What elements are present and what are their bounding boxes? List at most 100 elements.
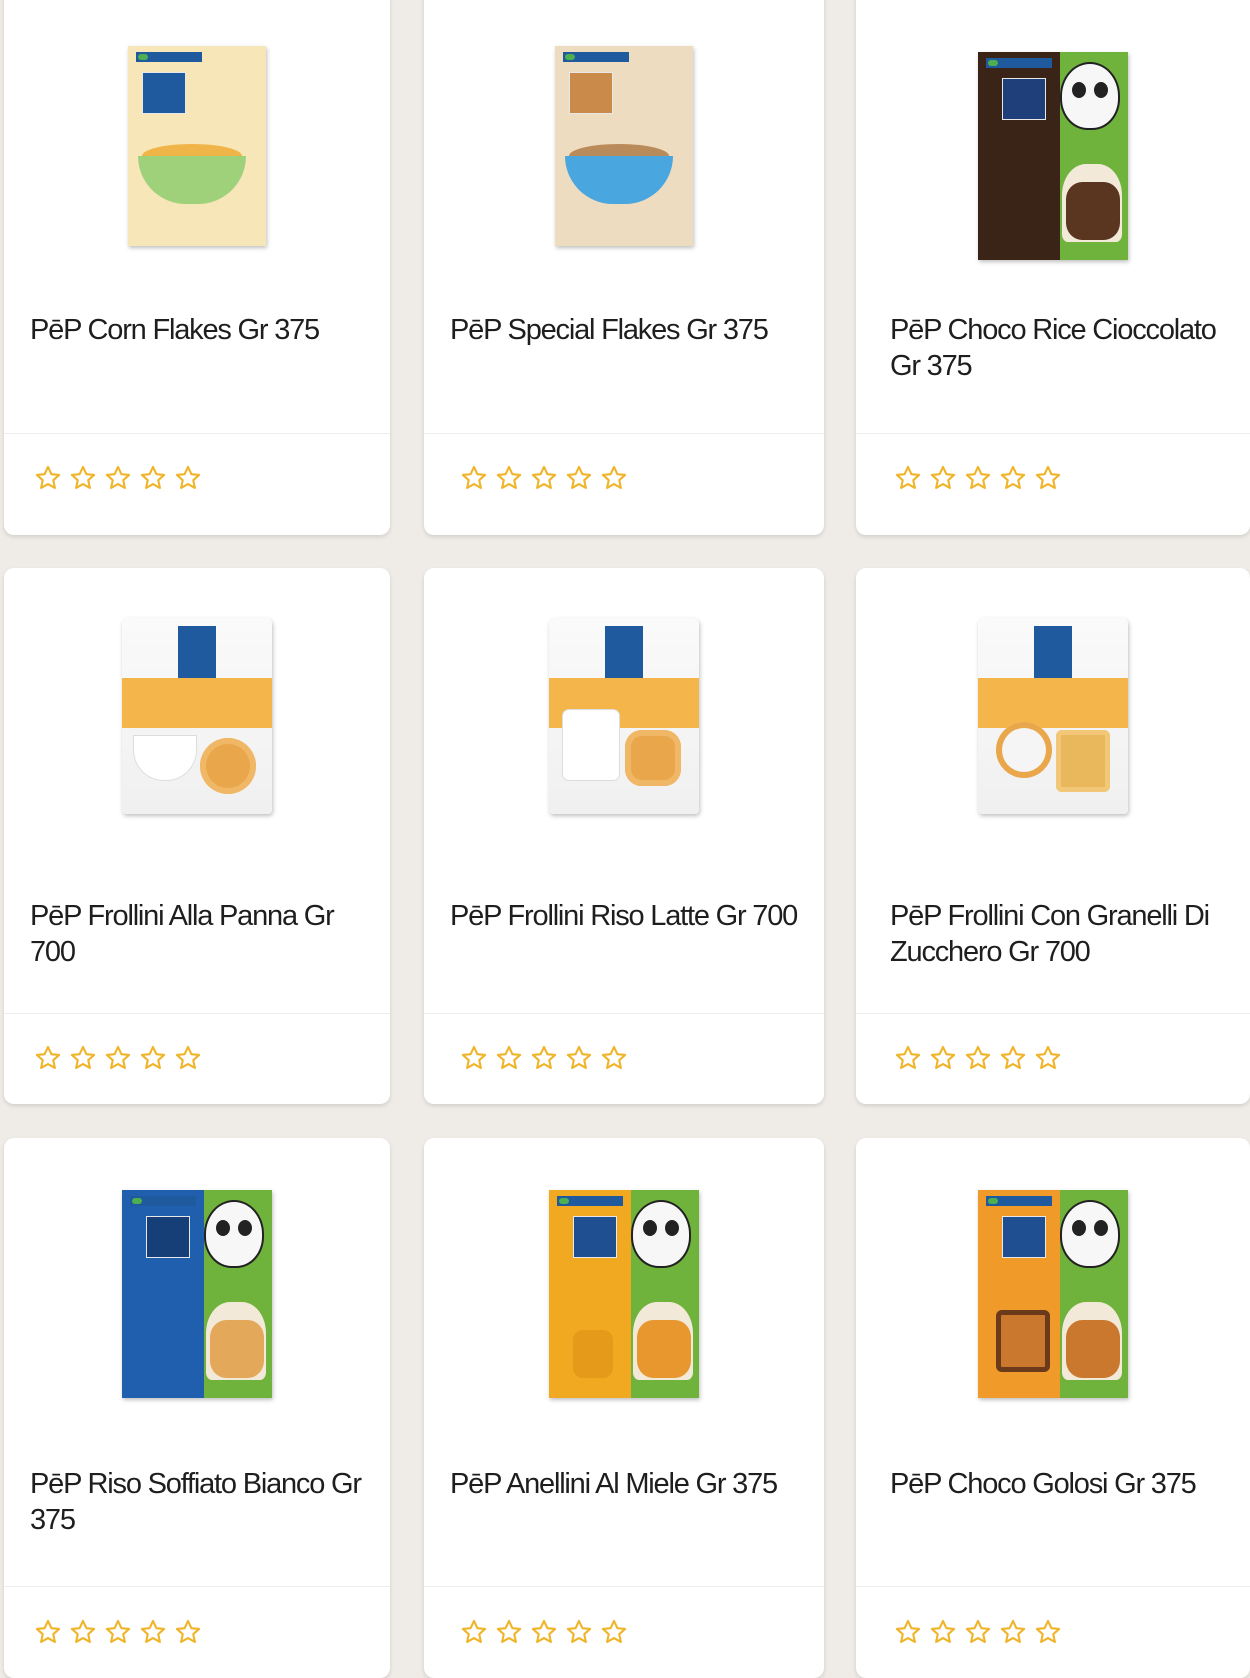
product-image[interactable] [4, 1180, 390, 1410]
star-icon[interactable] [565, 1044, 593, 1072]
cereal-icon [1066, 1320, 1120, 1378]
star-icon[interactable] [999, 1044, 1027, 1072]
choco-pillow-icon [996, 1310, 1050, 1372]
product-name[interactable]: PēP Anellini Al Miele Gr 375 [450, 1466, 808, 1502]
star-icon[interactable] [530, 1044, 558, 1072]
star-icon[interactable] [1034, 464, 1062, 492]
cream-bowl-icon [134, 736, 196, 780]
product-name[interactable]: PēP Special Flakes Gr 375 [450, 312, 808, 348]
star-icon[interactable] [894, 464, 922, 492]
rating-stars[interactable] [460, 1618, 628, 1646]
star-icon[interactable] [530, 464, 558, 492]
star-icon[interactable] [460, 1044, 488, 1072]
star-icon[interactable] [34, 1618, 62, 1646]
star-icon[interactable] [1034, 1044, 1062, 1072]
star-icon[interactable] [34, 464, 62, 492]
product-card[interactable]: PēP Frollini Alla Panna Gr 700 [4, 568, 390, 1104]
corn-flakes-box-image [128, 46, 266, 246]
rating-stars[interactable] [34, 464, 202, 492]
star-icon[interactable] [174, 464, 202, 492]
star-icon[interactable] [104, 464, 132, 492]
star-icon[interactable] [34, 1044, 62, 1072]
product-card[interactable]: PēP Choco Rice Cioccolato Gr 375 [856, 0, 1250, 535]
star-icon[interactable] [69, 1618, 97, 1646]
star-icon[interactable] [104, 1618, 132, 1646]
star-icon[interactable] [495, 1044, 523, 1072]
product-card[interactable]: PēP Special Flakes Gr 375 [424, 0, 824, 535]
product-name[interactable]: PēP Corn Flakes Gr 375 [30, 312, 374, 348]
star-icon[interactable] [460, 1618, 488, 1646]
rating-stars[interactable] [894, 1618, 1062, 1646]
star-icon[interactable] [495, 1618, 523, 1646]
star-icon[interactable] [999, 464, 1027, 492]
product-name[interactable]: PēP Choco Rice Cioccolato Gr 375 [890, 312, 1234, 384]
special-flakes-box-image [555, 46, 693, 246]
star-icon[interactable] [565, 464, 593, 492]
star-icon[interactable] [495, 464, 523, 492]
star-icon[interactable] [600, 1044, 628, 1072]
product-image[interactable] [424, 1180, 824, 1410]
product-image[interactable] [424, 46, 824, 276]
product-image[interactable] [856, 588, 1250, 818]
star-icon[interactable] [600, 1618, 628, 1646]
star-icon[interactable] [174, 1044, 202, 1072]
star-icon[interactable] [1034, 1618, 1062, 1646]
star-icon[interactable] [69, 464, 97, 492]
biscuit-icon [200, 738, 256, 794]
star-icon[interactable] [139, 1044, 167, 1072]
star-icon[interactable] [460, 464, 488, 492]
card-divider [424, 1586, 824, 1587]
bowl-icon [565, 156, 673, 204]
product-card[interactable]: PēP Choco Golosi Gr 375 [856, 1138, 1250, 1678]
star-icon[interactable] [964, 464, 992, 492]
star-icon[interactable] [964, 1044, 992, 1072]
brand-logo [136, 52, 202, 62]
package-label [1002, 78, 1046, 120]
star-icon[interactable] [964, 1618, 992, 1646]
product-image[interactable] [856, 42, 1250, 272]
product-image[interactable] [856, 1180, 1250, 1410]
product-name[interactable]: PēP Choco Golosi Gr 375 [890, 1466, 1234, 1502]
product-name[interactable]: PēP Frollini Alla Panna Gr 700 [30, 898, 374, 970]
rating-stars[interactable] [34, 1044, 202, 1072]
product-grid: PēP Corn Flakes Gr 375 PēP Special Flake… [0, 0, 1250, 1678]
product-card[interactable]: PēP Anellini Al Miele Gr 375 [424, 1138, 824, 1678]
product-name[interactable]: PēP Frollini Riso Latte Gr 700 [450, 898, 808, 934]
star-icon[interactable] [999, 1618, 1027, 1646]
star-icon[interactable] [929, 1618, 957, 1646]
package-stripe [122, 678, 272, 728]
star-icon[interactable] [565, 1618, 593, 1646]
brand-logo [130, 1196, 196, 1206]
star-icon[interactable] [929, 1044, 957, 1072]
package-label [569, 72, 613, 114]
product-card[interactable]: PēP Corn Flakes Gr 375 [4, 0, 390, 535]
product-card[interactable]: PēP Frollini Con Granelli Di Zucchero Gr… [856, 568, 1250, 1104]
rating-stars[interactable] [894, 1044, 1062, 1072]
rating-stars[interactable] [894, 464, 1062, 492]
star-icon[interactable] [104, 1044, 132, 1072]
star-icon[interactable] [929, 464, 957, 492]
star-icon[interactable] [530, 1618, 558, 1646]
star-icon[interactable] [600, 464, 628, 492]
product-image[interactable] [4, 588, 390, 818]
star-icon[interactable] [894, 1618, 922, 1646]
card-divider [856, 1586, 1250, 1587]
cereal-icon [210, 1320, 264, 1378]
rating-stars[interactable] [460, 464, 628, 492]
brand-logo [563, 52, 629, 62]
product-image[interactable] [4, 46, 390, 276]
star-icon[interactable] [69, 1044, 97, 1072]
product-name[interactable]: PēP Riso Soffiato Bianco Gr 375 [30, 1466, 374, 1538]
rating-stars[interactable] [460, 1044, 628, 1072]
star-icon[interactable] [174, 1618, 202, 1646]
star-icon[interactable] [139, 464, 167, 492]
star-icon[interactable] [894, 1044, 922, 1072]
star-icon[interactable] [139, 1618, 167, 1646]
package-label [1002, 1216, 1046, 1258]
product-card[interactable]: PēP Riso Soffiato Bianco Gr 375 [4, 1138, 390, 1678]
product-image[interactable] [424, 588, 824, 818]
rating-stars[interactable] [34, 1618, 202, 1646]
product-name[interactable]: PēP Frollini Con Granelli Di Zucchero Gr… [890, 898, 1234, 970]
card-divider [4, 1586, 390, 1587]
product-card[interactable]: PēP Frollini Riso Latte Gr 700 [424, 568, 824, 1104]
